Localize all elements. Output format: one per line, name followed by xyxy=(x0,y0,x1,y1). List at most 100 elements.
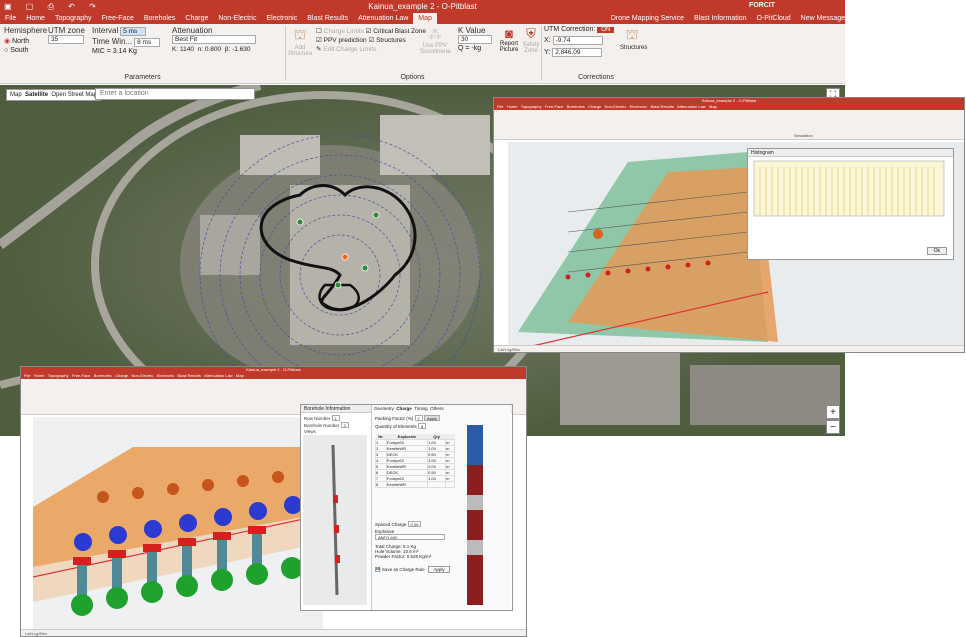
explosive-select[interactable]: ANFO-MIX xyxy=(375,534,445,540)
histogram-ok-button[interactable]: Ok xyxy=(926,247,947,255)
blast-info-link[interactable]: Blast Information xyxy=(694,15,747,22)
safety-zone-button[interactable]: ⛨ Safety Zone xyxy=(520,26,542,54)
histogram-dialog-title: Histogram xyxy=(748,149,953,157)
map-type-osm[interactable]: Open Street Map xyxy=(51,92,97,98)
use-ppv-button[interactable]: ⁂ Use PPV Scondneria xyxy=(420,26,450,55)
hemisphere-label: Hemisphere xyxy=(4,26,48,35)
attenuation-select[interactable]: Best Fit xyxy=(172,35,256,44)
tab-home[interactable]: Home xyxy=(21,13,50,24)
tab-electronic[interactable]: Electronic xyxy=(261,13,302,24)
kvalue-input[interactable]: 30 xyxy=(458,35,492,44)
tab-charge[interactable]: Charge xyxy=(180,13,213,24)
k-value: 1140 xyxy=(179,46,194,53)
hemisphere-group: Hemisphere ◉ North ○ South xyxy=(4,26,52,54)
save-charge-rule-button[interactable]: Save as Charge Rule xyxy=(382,567,425,572)
packing-factor-input[interactable]: 7 xyxy=(414,415,423,421)
time-window-label: Time Win... xyxy=(92,37,133,46)
borehole-preview xyxy=(303,435,367,605)
structures-checkbox[interactable]: ☑ xyxy=(368,37,374,44)
location-search-input[interactable]: Enter a location xyxy=(95,88,255,100)
tab-charge[interactable]: Charge xyxy=(396,406,412,411)
x-input[interactable]: -9.74 xyxy=(552,36,603,45)
opitcloud-link[interactable]: O-PitCloud xyxy=(756,15,790,22)
critical-zone-label: Critical Blast Zone xyxy=(373,28,426,35)
safety-zone-label: Safety Zone xyxy=(522,42,540,54)
divider xyxy=(285,26,286,81)
borehole-info-screenshot: Kainua_example 2 - O-Pitblast File Home … xyxy=(20,366,527,637)
map-type-control: Map Satellite Open Street Map xyxy=(6,89,102,101)
tab-others[interactable]: Others xyxy=(430,406,444,411)
attenuation-group: Attenuation Best Fit K: 1140 n: 0.800 β:… xyxy=(172,26,262,53)
window2-group-label: Simulation xyxy=(794,133,813,138)
k-label: K: xyxy=(172,46,179,53)
borehole-number-label: Borehole Number xyxy=(304,423,340,428)
edit-charge-limits-link[interactable]: Edit Charge Limits xyxy=(323,46,376,53)
time-window-input[interactable]: 8 ms xyxy=(134,38,161,47)
tab-file[interactable]: File xyxy=(0,13,21,24)
drone-mapping-link[interactable]: Drone Mapping Service xyxy=(611,15,684,22)
tab-timing[interactable]: Timing xyxy=(414,406,427,411)
new-message-link[interactable]: New Message xyxy=(801,15,845,22)
shield-icon: ⛨ xyxy=(526,26,536,41)
use-ppv-label: Use PPV Scondneria xyxy=(420,43,451,55)
report-picture-button[interactable]: ◙ Report Picture xyxy=(498,26,520,53)
map-type-satellite[interactable]: Satellite xyxy=(25,92,48,98)
utm-zone-group: UTM zone 35 xyxy=(48,26,88,44)
report-picture-label: Report Picture xyxy=(499,41,519,53)
table-cell xyxy=(445,481,455,488)
table-row[interactable]: 8 KemiteWR xyxy=(375,481,455,488)
apply-packing-button[interactable]: Apply xyxy=(424,415,441,421)
zoom-in-button[interactable]: + xyxy=(826,405,840,419)
critical-zone-checkbox[interactable]: ☑ xyxy=(366,28,372,35)
q-label: Q = -kg xyxy=(458,45,482,52)
save-icon: 💾 xyxy=(375,567,381,572)
borehole-number-input[interactable]: 3 xyxy=(340,422,349,428)
tab-boreholes[interactable]: Boreholes xyxy=(139,13,181,24)
tab-free-face[interactable]: Free-Face xyxy=(97,13,139,24)
row-number-input[interactable]: 1 xyxy=(331,415,340,421)
tab-map[interactable]: Map xyxy=(413,13,437,24)
brand-logo: FORCIT xyxy=(748,2,775,9)
table-cell: KemiteWR xyxy=(385,481,429,488)
menu-right: Drone Mapping Service Blast Information … xyxy=(603,13,845,24)
window3-3d-view[interactable] xyxy=(33,417,323,629)
y-input[interactable]: 2.846.09 xyxy=(552,48,603,57)
camera-icon: ◙ xyxy=(505,26,513,41)
charge-limits-checkbox[interactable]: ☐ xyxy=(316,28,322,35)
utm-toggle[interactable]: ON xyxy=(597,27,615,33)
apply-button[interactable]: Apply xyxy=(428,566,450,573)
interval-input[interactable]: 5 ms xyxy=(120,27,147,36)
tab-geometry[interactable]: Geometry xyxy=(374,406,394,411)
x-label: X: xyxy=(544,37,551,44)
table-cell: 8 xyxy=(375,481,387,488)
ppv-prediction-label: PPV prediction xyxy=(323,37,367,44)
kvalue-label: K Value xyxy=(458,26,486,35)
tab-non-electric[interactable]: Non-Electric xyxy=(213,13,261,24)
tab-topography[interactable]: Topography xyxy=(50,13,97,24)
ppv-prediction-checkbox[interactable]: ☑ xyxy=(316,37,322,44)
window3-status-bar: Lat/Lng/Elev xyxy=(21,629,526,636)
corrections-group: UTM Correction: ON X: -9.74 Y: 2.846.09 xyxy=(544,26,618,57)
powder-factor: Powder Factor: 0.526 Kg/m³ xyxy=(375,554,432,559)
south-radio-icon[interactable]: ○ xyxy=(4,47,8,54)
add-structure-button[interactable]: ⛫ Add Structure xyxy=(288,26,312,57)
n-value: 0.800 xyxy=(204,46,222,53)
n-label: n: xyxy=(197,46,203,53)
zoom-out-button[interactable]: − xyxy=(826,420,840,434)
map-type-map[interactable]: Map xyxy=(10,92,22,98)
structures-button[interactable]: ⛫ Structures xyxy=(620,26,647,51)
utm-zone-input[interactable]: 35 xyxy=(48,35,84,44)
table-cell xyxy=(427,481,447,488)
north-radio-icon[interactable]: ◉ xyxy=(4,38,10,45)
tab-attenuation-law[interactable]: Attenuation Law xyxy=(353,13,413,24)
quantity-input[interactable]: 8 xyxy=(418,423,427,429)
attenuation-label: Attenuation xyxy=(172,26,213,35)
kvalue-group: K Value 30 Q = -kg xyxy=(458,26,498,52)
y-label: Y: xyxy=(544,49,551,56)
edit-icon: ✎ xyxy=(316,46,322,53)
spaced-charge-input[interactable]: 0.00 xyxy=(407,521,422,527)
interval-group: Interval 5 ms Time Win... 8 ms MIC = 3.1… xyxy=(92,26,166,55)
beta-value: -1.630 xyxy=(232,46,251,53)
tab-blast-results[interactable]: Blast Results xyxy=(302,13,353,24)
north-label: North xyxy=(12,38,30,45)
